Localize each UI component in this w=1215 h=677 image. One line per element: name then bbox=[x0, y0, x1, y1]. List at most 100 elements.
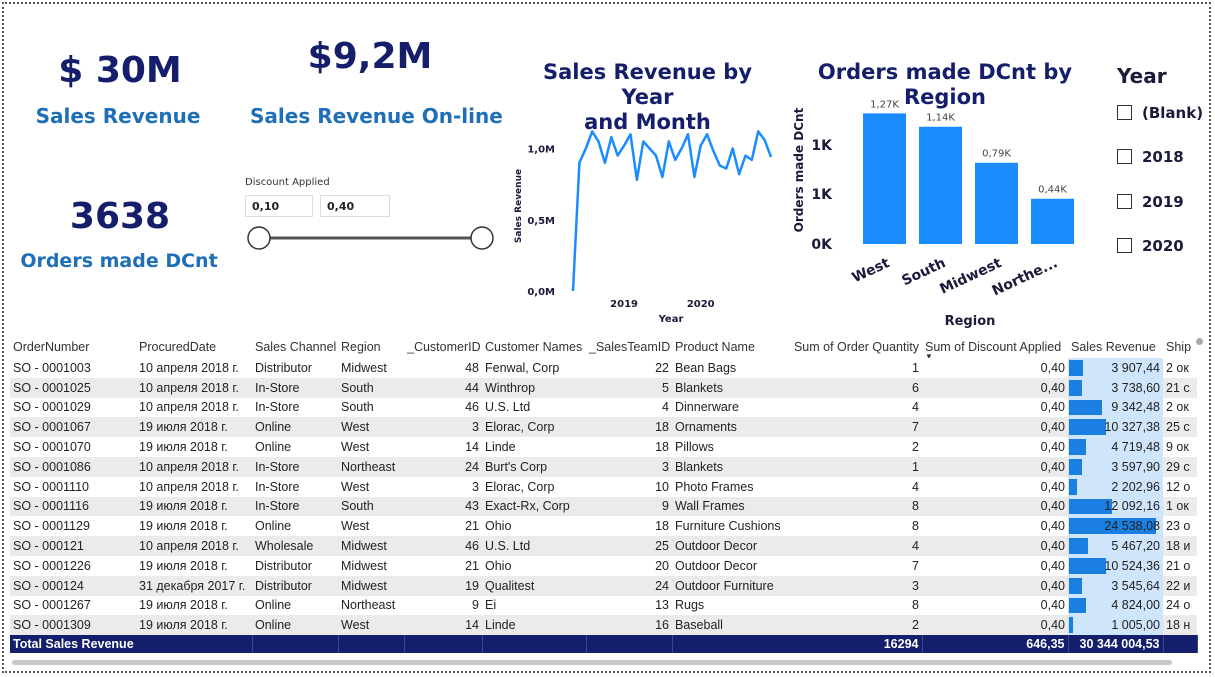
table-cell: 18 н bbox=[1163, 615, 1197, 636]
table-cell: 3 bbox=[586, 456, 672, 477]
checkbox[interactable] bbox=[1117, 194, 1132, 209]
table-cell: 14 bbox=[404, 615, 482, 636]
table-row[interactable]: SO - 0001267 19 июля 2018 г. Online Northea… bbox=[10, 595, 1197, 616]
table-cell: Furniture Cushions bbox=[675, 519, 781, 534]
sales-online-label: Sales Revenue On-line bbox=[250, 104, 503, 128]
table-cell: 10 bbox=[655, 479, 669, 494]
table-row[interactable]: SO - 000121 10 апреля 2018 г. Wholesale Mid… bbox=[10, 536, 1197, 556]
col-header[interactable]: Region bbox=[338, 336, 404, 358]
revenue-data-bar bbox=[1069, 577, 1082, 594]
table-row[interactable]: SO - 0001067 19 июля 2018 г. Online West 3 El… bbox=[10, 417, 1197, 438]
table-header-row: OrderNumber ProcuredDate Sales Channel R… bbox=[10, 336, 1197, 358]
table-row[interactable]: SO - 0001110 10 апреля 2018 г. In-Store Wes… bbox=[10, 476, 1197, 497]
discount-min-input[interactable]: 0,10 bbox=[245, 195, 313, 217]
col-header[interactable]: Ship bbox=[1163, 336, 1197, 358]
x-axis-title: Year bbox=[658, 314, 684, 325]
table-cell: 1 ок bbox=[1163, 496, 1197, 517]
col-header[interactable]: Sum of Order Quantity bbox=[786, 336, 922, 358]
table-cell: 0,40 bbox=[1040, 519, 1065, 534]
revenue-cell: 10 327,38 bbox=[1068, 417, 1163, 438]
table-cell: Winthrop bbox=[482, 377, 586, 398]
table-cell: 22 и bbox=[1163, 575, 1197, 596]
year-item-2018[interactable]: 2018 bbox=[1117, 148, 1184, 166]
table-cell: SO - 0001226 bbox=[13, 558, 91, 573]
table-row[interactable]: SO - 0001086 10 апреля 2018 г. In-Store Nor… bbox=[10, 456, 1197, 477]
table-cell: 0,40 bbox=[922, 575, 1068, 596]
y-tick-label: 1K bbox=[811, 187, 833, 203]
discount-max-input[interactable]: 0,40 bbox=[320, 195, 390, 217]
col-header[interactable]: Sales Revenue bbox=[1068, 336, 1163, 358]
revenue-data-bar bbox=[1069, 360, 1083, 376]
revenue-value: 5 467,20 bbox=[1111, 539, 1160, 554]
orders-table[interactable]: OrderNumber ProcuredDate Sales Channel R… bbox=[10, 336, 1198, 654]
revenue-data-bar bbox=[1069, 478, 1077, 495]
table-cell: 0,40 bbox=[922, 615, 1068, 636]
table-row[interactable]: SO - 0001129 19 июля 2018 г. Online West 21 O… bbox=[10, 516, 1197, 537]
table-row[interactable]: SO - 0001309 19 июля 2018 г. Online West 14 L… bbox=[10, 615, 1197, 636]
table-row[interactable]: SO - 000124 31 декабря 2017 г. Distributor… bbox=[10, 575, 1197, 596]
table-cell: 24 о bbox=[1166, 598, 1191, 613]
col-header[interactable]: _SalesTeamID bbox=[586, 336, 672, 358]
checkbox[interactable] bbox=[1117, 238, 1132, 253]
revenue-value: 1 005,00 bbox=[1111, 618, 1160, 633]
col-header[interactable]: OrderNumber bbox=[10, 336, 136, 358]
table-cell: Online bbox=[255, 598, 292, 613]
data-label: 1,27K bbox=[870, 99, 899, 110]
table-cell: In-Store bbox=[255, 400, 300, 415]
table-cell: 3 bbox=[404, 417, 482, 438]
table-cell: West bbox=[338, 417, 404, 438]
table-cell: 16 bbox=[586, 615, 672, 636]
table-cell: 25 с bbox=[1163, 417, 1197, 438]
table-row[interactable]: SO - 0001116 19 июля 2018 г. In-Store South… bbox=[10, 496, 1197, 517]
checkbox[interactable] bbox=[1117, 105, 1132, 120]
revenue-cell: 3 545,64 bbox=[1068, 575, 1163, 596]
col-header[interactable]: _CustomerID bbox=[404, 336, 482, 358]
table-cell: West bbox=[341, 479, 370, 494]
table-cell: Midwest bbox=[341, 360, 387, 375]
year-item-blank[interactable]: (Blank) bbox=[1117, 104, 1203, 122]
table-row[interactable]: SO - 0001003 10 апреля 2018 г. Distributor… bbox=[10, 358, 1197, 378]
table-cell: 8 bbox=[786, 496, 922, 517]
table-cell: Wall Frames bbox=[672, 496, 786, 517]
table-cell: SO - 0001029 bbox=[13, 400, 91, 415]
total-cell bbox=[586, 635, 673, 654]
table-cell: West bbox=[341, 519, 370, 534]
revenue-data-bar bbox=[1069, 458, 1082, 475]
table-cell: Ei bbox=[485, 598, 497, 613]
checkbox[interactable] bbox=[1117, 149, 1132, 164]
col-header[interactable]: ProcuredDate bbox=[136, 336, 252, 358]
revenue-value: 3 545,64 bbox=[1111, 578, 1160, 593]
table-cell: SO - 0001003 bbox=[13, 360, 91, 375]
table-row[interactable]: SO - 0001025 10 апреля 2018 г. In-Store Sou… bbox=[10, 377, 1197, 398]
table-cell: 46 bbox=[465, 400, 479, 415]
horizontal-scrollbar[interactable] bbox=[12, 660, 1172, 665]
table-cell: 0,40 bbox=[922, 456, 1068, 477]
sales-revenue-line-chart[interactable]: 1,0M 0,5M 0,0M 2019 2020 Sales Revenue Year bbox=[505, 110, 785, 330]
col-header[interactable]: Sales Channel bbox=[252, 336, 338, 358]
col-header-sorted[interactable]: Sum of Discount Applied ▼ bbox=[922, 336, 1068, 358]
data-label: 0,79K bbox=[982, 149, 1011, 160]
sort-desc-icon: ▼ bbox=[925, 352, 933, 358]
slider-max-handle[interactable] bbox=[470, 226, 494, 250]
scroll-indicator[interactable] bbox=[1196, 338, 1203, 345]
table-cell: 44 bbox=[404, 377, 482, 398]
table-cell: 0,40 bbox=[1040, 598, 1065, 613]
year-item-2020[interactable]: 2020 bbox=[1117, 237, 1184, 255]
year-item-2019[interactable]: 2019 bbox=[1117, 193, 1184, 211]
revenue-series-line bbox=[571, 130, 773, 292]
col-header[interactable]: Customer Names bbox=[482, 336, 586, 358]
slider-min-handle[interactable] bbox=[247, 226, 271, 250]
y-tick-label: 0,0M bbox=[527, 287, 555, 298]
table-cell: 19 bbox=[404, 575, 482, 596]
table-cell: SO - 0001025 bbox=[10, 377, 136, 398]
table-row[interactable]: SO - 0001070 19 июля 2018 г. Online West 14 L… bbox=[10, 437, 1197, 457]
discount-range-slider[interactable] bbox=[240, 222, 500, 254]
table-cell: 19 июля 2018 г. bbox=[139, 440, 228, 455]
col-header[interactable]: Product Name bbox=[672, 336, 786, 358]
table-row[interactable]: SO - 0001226 19 июля 2018 г. Distributor Mi… bbox=[10, 555, 1197, 576]
table-row[interactable]: SO - 0001029 10 апреля 2018 г. In-Store Sou… bbox=[10, 397, 1197, 418]
table-cell: 10 апреля 2018 г. bbox=[136, 536, 252, 556]
revenue-cell: 5 467,20 bbox=[1068, 536, 1163, 556]
orders-by-region-bar-chart[interactable]: 1K1K0K1,27KWest1,14KSouth0,79KMidwest0,4… bbox=[785, 90, 1095, 335]
table-cell: 0,40 bbox=[1040, 558, 1065, 573]
